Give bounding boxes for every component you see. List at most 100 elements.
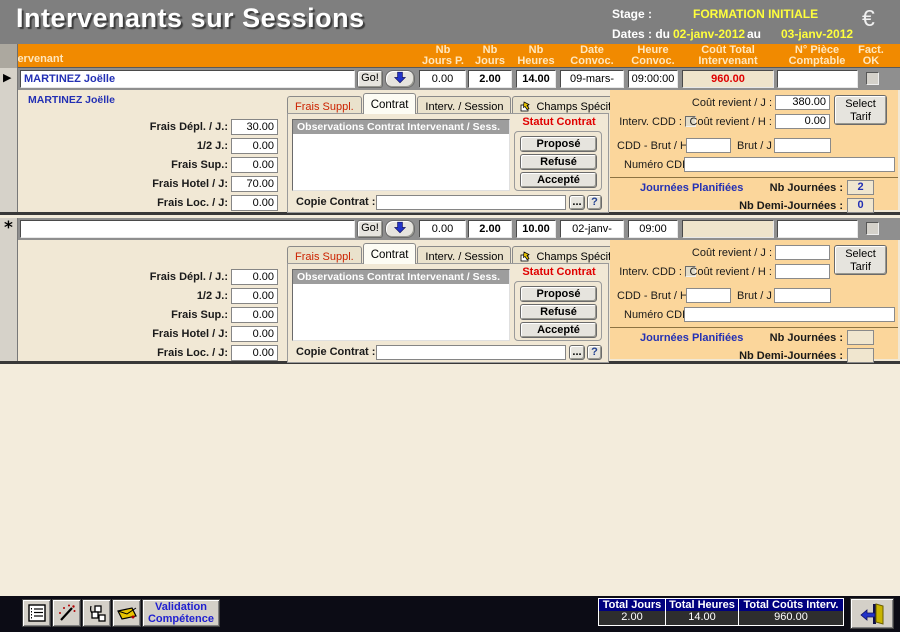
nb-jours-p-field[interactable]: 0.00 — [419, 220, 466, 238]
propose-button[interactable]: Proposé — [520, 286, 597, 302]
accepte-button[interactable]: Accepté — [520, 172, 597, 188]
nb-journees-label: Nb Journées : — [770, 332, 843, 344]
record-selector-gutter[interactable]: * — [0, 218, 18, 361]
frais-sup-field[interactable]: 0.00 — [231, 157, 278, 173]
tab-frais-suppl[interactable]: Frais Suppl. — [287, 96, 362, 114]
copie-contrat-field[interactable] — [376, 195, 566, 210]
app-header: Intervenants sur Sessions Stage : FORMAT… — [0, 0, 900, 44]
tab-interv-session[interactable]: Interv. / Session — [417, 96, 511, 114]
piece-comptable-field[interactable] — [777, 70, 858, 88]
dates-label: Dates : du — [612, 27, 670, 41]
cdd-brut-h-field[interactable] — [686, 288, 731, 303]
footer-bar: Validation Compétence Total Jours Total … — [0, 596, 900, 632]
go-button[interactable]: Go! — [357, 70, 383, 88]
total-heures-value: 14.00 — [665, 611, 739, 626]
cdd-brut-h-label: CDD - Brut / H : — [617, 290, 694, 302]
cout-panel: Coût revient / J : 380.00 Select Tarif I… — [610, 90, 898, 210]
col-nb-heures: Nb Heures — [506, 45, 566, 67]
frais-demi-label: 1/2 J.: — [58, 290, 228, 302]
fact-ok-checkbox[interactable] — [866, 72, 879, 85]
copie-contrat-label: Copie Contrat : — [296, 196, 375, 208]
cdd-brut-h-field[interactable] — [686, 138, 731, 153]
detail-intervenant-name: MARTINEZ Joëlle — [28, 94, 115, 106]
nb-heures-field[interactable]: 10.00 — [516, 220, 556, 238]
browse-button[interactable]: ... — [569, 345, 585, 360]
go-button[interactable]: Go! — [357, 220, 383, 238]
heure-convoc-field[interactable]: 09:00:00 — [628, 70, 678, 88]
intervenant-field[interactable] — [20, 220, 355, 238]
stage-label: Stage : — [612, 7, 652, 21]
detail-tabs: Frais Suppl. Contrat Interv. / Session C… — [287, 94, 646, 114]
record-detail: MARTINEZ Joëlle Frais Dépl. / J.: 30.00 … — [18, 90, 900, 212]
records-list-button[interactable] — [22, 599, 51, 627]
frais-demi-field[interactable]: 0.00 — [231, 138, 278, 154]
cout-revient-j-label: Coût revient / J : — [692, 247, 772, 259]
frais-loc-label: Frais Loc. / J: — [58, 197, 228, 209]
mail-button[interactable] — [112, 599, 141, 627]
refuse-button[interactable]: Refusé — [520, 304, 597, 320]
browse-button[interactable]: ... — [569, 195, 585, 210]
fact-ok-checkbox[interactable] — [866, 222, 879, 235]
statut-contrat-label: Statut Contrat — [513, 116, 605, 128]
tab-frais-suppl[interactable]: Frais Suppl. — [287, 246, 362, 264]
frais-loc-field[interactable]: 0.00 — [231, 195, 278, 211]
col-date-convoc: Date Convoc. — [562, 45, 622, 67]
observations-textarea[interactable]: Observations Contrat Intervenant / Sess. — [292, 119, 510, 191]
date-convoc-field[interactable]: 09-mars-2010 — [560, 70, 624, 88]
org-chart-icon — [87, 603, 107, 623]
journees-planifiees-label: Journées Planifiées — [640, 332, 743, 344]
cout-revient-h-field[interactable]: 0.00 — [775, 114, 830, 129]
frais-hotel-field[interactable]: 70.00 — [231, 176, 278, 192]
select-tarif-button[interactable]: Select Tarif — [834, 95, 887, 125]
help-button[interactable]: ? — [587, 345, 602, 360]
frais-sup-field[interactable]: 0.00 — [231, 307, 278, 323]
org-chart-button[interactable] — [82, 599, 111, 627]
validation-competence-button[interactable]: Validation Compétence — [142, 599, 220, 627]
tab-interv-session[interactable]: Interv. / Session — [417, 246, 511, 264]
arrow-down-button[interactable] — [385, 220, 415, 238]
champs-specifiques-icon — [520, 101, 533, 112]
arrow-down-icon — [393, 221, 407, 234]
propose-button[interactable]: Proposé — [520, 136, 597, 152]
date-convoc-field[interactable]: 02-janv-2012 — [560, 220, 624, 238]
select-tarif-button[interactable]: Select Tarif — [834, 245, 887, 275]
tab-contrat[interactable]: Contrat — [363, 93, 417, 114]
numero-cdd-field[interactable] — [684, 307, 895, 322]
accepte-button[interactable]: Accepté — [520, 322, 597, 338]
refuse-button[interactable]: Refusé — [520, 154, 597, 170]
new-record-marker: * — [4, 218, 13, 238]
frais-loc-field[interactable]: 0.00 — [231, 345, 278, 361]
date-from: 02-janv-2012 — [673, 27, 745, 41]
intervenant-field[interactable]: MARTINEZ Joëlle — [20, 70, 355, 88]
intervenants-sur-sessions-window: Intervenants sur Sessions Stage : FORMAT… — [0, 0, 900, 632]
magic-wand-button[interactable] — [52, 599, 81, 627]
total-jours-header: Total Jours — [598, 598, 666, 612]
frais-depl-field[interactable]: 0.00 — [231, 269, 278, 285]
copie-contrat-field[interactable] — [376, 345, 566, 360]
help-button[interactable]: ? — [587, 195, 602, 210]
record-selector-gutter[interactable]: ▶ — [0, 68, 18, 212]
page-title: Intervenants sur Sessions — [16, 3, 365, 34]
brut-j-field[interactable] — [774, 138, 831, 153]
cout-revient-j-field[interactable] — [775, 245, 830, 260]
frais-hotel-label: Frais Hotel / J: — [58, 328, 228, 340]
brut-j-field[interactable] — [774, 288, 831, 303]
piece-comptable-field[interactable] — [777, 220, 858, 238]
nb-jours-field[interactable]: 2.00 — [468, 70, 512, 88]
observations-textarea[interactable]: Observations Contrat Intervenant / Sess. — [292, 269, 510, 341]
heure-convoc-field[interactable]: 09:00 — [628, 220, 678, 238]
tab-contrat[interactable]: Contrat — [363, 243, 417, 264]
numero-cdd-field[interactable] — [684, 157, 895, 172]
arrow-down-button[interactable] — [385, 70, 415, 88]
nb-jours-field[interactable]: 2.00 — [468, 220, 512, 238]
frais-demi-field[interactable]: 0.00 — [231, 288, 278, 304]
cout-revient-h-field[interactable] — [775, 264, 830, 279]
exit-button[interactable] — [850, 598, 894, 629]
nb-jours-p-field[interactable]: 0.00 — [419, 70, 466, 88]
frais-hotel-field[interactable]: 0.00 — [231, 326, 278, 342]
col-piece-comptable: N° Pièce Comptable — [777, 45, 857, 67]
frais-depl-field[interactable]: 30.00 — [231, 119, 278, 135]
nb-journees-field: 2 — [847, 180, 874, 195]
cout-revient-j-field[interactable]: 380.00 — [775, 95, 830, 110]
nb-heures-field[interactable]: 14.00 — [516, 70, 556, 88]
